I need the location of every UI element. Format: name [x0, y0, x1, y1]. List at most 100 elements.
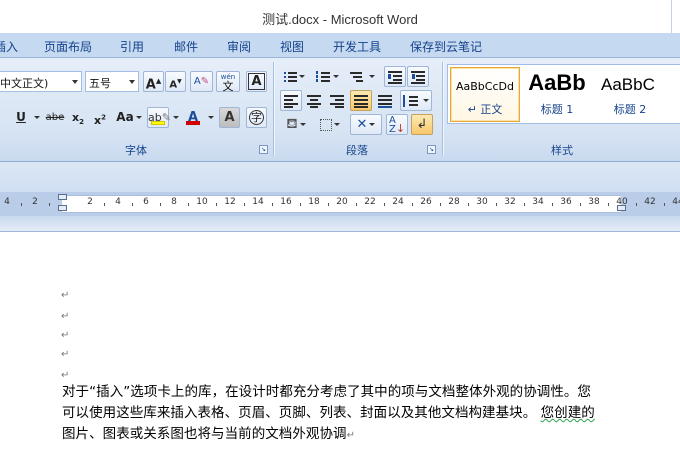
change-case-button[interactable]: Aa — [114, 107, 144, 128]
ruler-label: 14 — [252, 197, 264, 207]
ruler-tick — [440, 203, 441, 206]
phonetic-guide-button[interactable]: wén 文 — [216, 71, 240, 92]
style-label: ↵ 正文 — [467, 103, 503, 116]
ruler-label: 2 — [32, 197, 38, 207]
ruler-label: 22 — [364, 197, 376, 207]
document-page[interactable]: ↵ ↵ ↵ ↵ ↵ 对于“插入”选项卡上的库，在设计时都充分考虑了其中的项与文档… — [0, 232, 680, 453]
ruler-band — [0, 162, 680, 192]
paragraph-mark: ↵ — [61, 330, 70, 341]
sort-button[interactable]: A Z↓ — [386, 114, 408, 135]
font-name-value: 中文正文) — [0, 77, 49, 90]
tab-insert[interactable]: 插入 — [0, 38, 18, 55]
style-heading-1[interactable]: AaBb 标题 1 — [524, 67, 590, 122]
show-marks-icon: ↲ — [416, 117, 428, 132]
chevron-down-icon — [208, 116, 214, 119]
ruler-label: 26 — [420, 197, 432, 207]
enclose-char-button[interactable]: 字 — [246, 107, 267, 128]
font-color-button[interactable]: A — [182, 107, 204, 128]
increase-indent-icon — [411, 71, 425, 84]
phonetic-guide-icon: wén 文 — [217, 73, 239, 92]
font-name-combo[interactable]: 中文正文) — [0, 71, 82, 92]
ruler-label: 4 — [115, 197, 121, 207]
ruler-label: 12 — [224, 197, 236, 207]
ruler-label: 32 — [504, 197, 516, 207]
paragraph-group: ⛾ ✕ A Z↓ ↲ 段落 ↘ — [274, 58, 440, 160]
underline-button[interactable]: U — [10, 107, 32, 128]
align-right-button[interactable] — [326, 90, 348, 111]
paint-bucket-icon: ⛾ — [286, 116, 298, 132]
decrease-indent-button[interactable] — [384, 66, 406, 87]
grow-font-icon: A — [145, 77, 156, 93]
tab-developer[interactable]: 开发工具 — [333, 38, 381, 55]
distributed-button[interactable] — [374, 90, 396, 111]
paragraph-mark: ↵ — [61, 349, 70, 360]
char-border-icon: A — [248, 73, 265, 90]
tab-page-layout[interactable]: 页面布局 — [44, 38, 92, 55]
chevron-down-icon — [173, 116, 179, 119]
styles-group-label: 样式 — [551, 144, 573, 157]
change-case-icon: Aa — [116, 110, 134, 124]
borders-icon — [320, 118, 332, 131]
tab-view[interactable]: 视图 — [280, 38, 304, 55]
ruler-gutter — [0, 216, 680, 232]
char-shading-button[interactable]: A — [219, 107, 240, 128]
subscript-button[interactable]: x2 — [68, 107, 88, 128]
ruler-label: 28 — [448, 197, 460, 207]
style-heading-2[interactable]: AaBbC 标题 2 — [596, 67, 664, 122]
sort-icon: AZ — [388, 115, 396, 135]
increase-indent-button[interactable] — [407, 66, 429, 87]
highlight-button[interactable]: ab✎ — [147, 107, 171, 128]
numbering-button[interactable] — [312, 66, 342, 87]
style-label: 标题 1 — [540, 103, 574, 116]
style-label: 标题 2 — [613, 103, 647, 116]
ruler-label: 10 — [196, 197, 208, 207]
enclose-char-icon: 字 — [249, 110, 264, 125]
first-line-indent-marker[interactable] — [58, 194, 67, 200]
tab-references[interactable]: 引用 — [120, 38, 144, 55]
bullets-button[interactable] — [280, 66, 308, 87]
horizontal-ruler[interactable]: 4 2 2 4 6 8 10 12 14 16 18 20 22 24 26 28 30 32 34 36 38 40 42… — [0, 192, 680, 216]
grow-font-button[interactable]: A▲ — [143, 71, 164, 92]
ruler-label: 18 — [308, 197, 320, 207]
show-hide-marks-button[interactable]: ↲ — [411, 114, 433, 135]
chevron-down-icon — [369, 123, 376, 126]
shrink-font-button[interactable]: A▼ — [165, 71, 186, 92]
ruler-tick — [384, 203, 385, 206]
justify-button[interactable] — [350, 90, 372, 111]
char-border-button[interactable]: A — [246, 71, 267, 92]
superscript-button[interactable]: x2 — [90, 107, 110, 128]
strikethrough-button[interactable]: abe — [43, 107, 67, 128]
multilevel-list-button[interactable] — [346, 66, 378, 87]
font-dialog-launcher-icon[interactable]: ↘ — [259, 145, 268, 154]
shading-button[interactable]: ⛾ — [280, 114, 312, 135]
tab-save-cloud-note[interactable]: 保存到云笔记 — [410, 38, 482, 55]
right-indent-marker[interactable] — [617, 205, 626, 211]
ruler-tick — [468, 203, 469, 206]
ruler-tick — [496, 203, 497, 206]
ruler-label: 4 — [4, 197, 10, 207]
chevron-down-icon — [34, 116, 40, 119]
style-normal[interactable]: AaBbCcDd ↵ 正文 — [450, 67, 520, 122]
justify-icon — [354, 95, 368, 108]
paragraph-dialog-launcher-icon[interactable]: ↘ — [427, 145, 436, 154]
paragraph-line: 图片、图表或关系图也将与当前的文档外观协调↵ — [62, 424, 632, 446]
tab-mailings[interactable]: 邮件 — [174, 38, 198, 55]
line-spacing-button[interactable] — [400, 90, 432, 111]
ruler-tick — [300, 203, 301, 206]
ruler-label: 42 — [644, 197, 656, 207]
paragraph-mark: ↵ — [61, 370, 70, 381]
clear-format-button[interactable]: A✎ — [190, 71, 213, 92]
tab-review[interactable]: 审阅 — [227, 38, 251, 55]
font-size-combo[interactable]: 五号 — [85, 71, 139, 92]
hanging-indent-marker[interactable] — [58, 205, 67, 211]
ruler-tick — [552, 203, 553, 206]
clear-format-icon: A✎ — [193, 76, 210, 87]
ruler-tick — [636, 203, 637, 206]
chinese-layout-button[interactable]: ✕ — [350, 114, 382, 135]
borders-button[interactable] — [314, 114, 346, 135]
align-center-button[interactable] — [303, 90, 325, 111]
ruler-tick — [524, 203, 525, 206]
document-paragraph[interactable]: 对于“插入”选项卡上的库，在设计时都充分考虑了其中的项与文档整体外观的协调性。您… — [62, 382, 632, 446]
ruler-tick — [216, 203, 217, 206]
align-left-button[interactable] — [280, 90, 302, 111]
